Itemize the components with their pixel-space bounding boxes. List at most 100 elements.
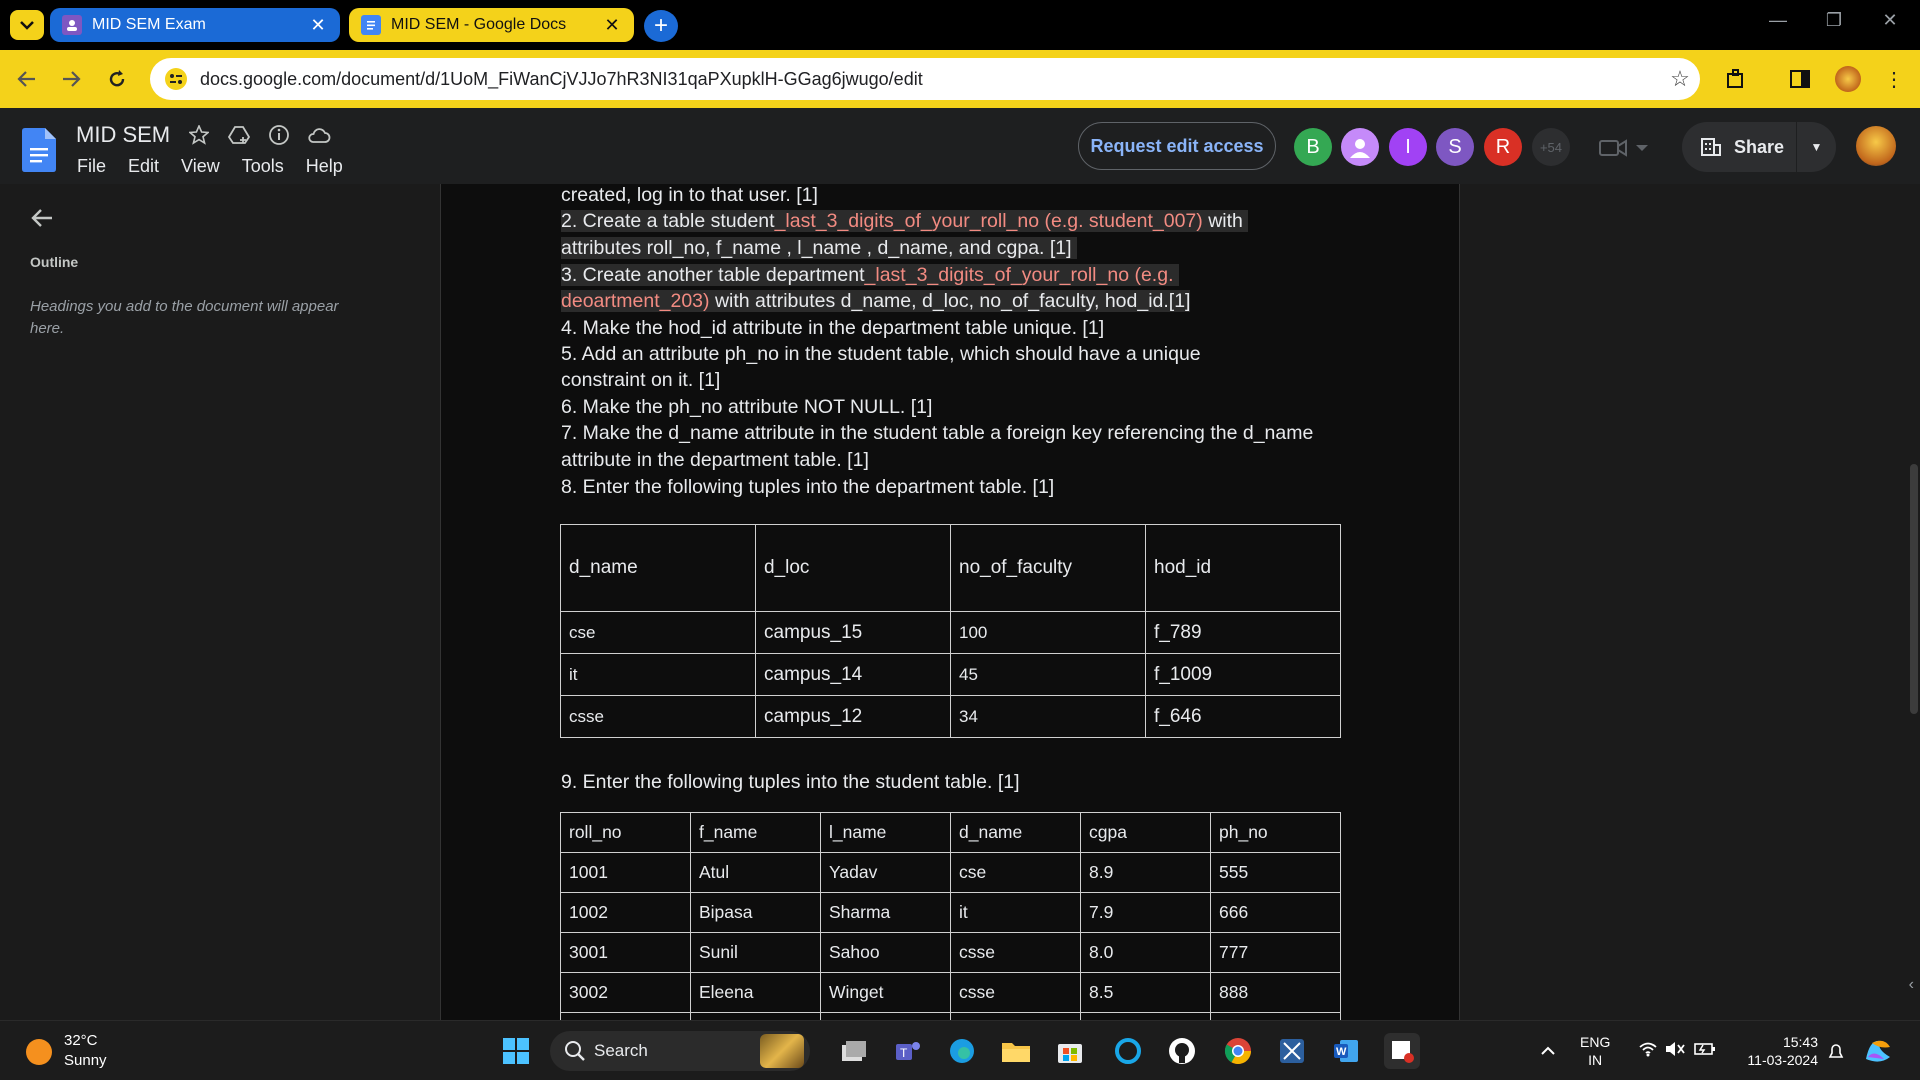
word-icon[interactable]: W — [1328, 1033, 1364, 1069]
text: 2. Create a table student — [561, 210, 775, 232]
request-edit-access-button[interactable]: Request edit access — [1078, 122, 1276, 170]
table-header: f_name — [690, 812, 821, 853]
show-hidden-icons[interactable] — [1540, 1041, 1556, 1059]
menu-tools[interactable]: Tools — [242, 156, 284, 177]
table-cell: Atul — [690, 852, 821, 893]
table-cell: campus_15 — [755, 611, 951, 654]
reload-button[interactable] — [102, 64, 132, 94]
minimize-button[interactable]: — — [1758, 10, 1798, 31]
doc-line: 3. Create another table department_last_… — [561, 262, 1179, 289]
task-view-icon[interactable] — [836, 1033, 872, 1069]
volume-muted-icon[interactable] — [1664, 1041, 1686, 1061]
omnibox[interactable]: docs.google.com/document/d/1UoM_FiWanCjV… — [150, 58, 1700, 100]
avatar[interactable]: R — [1484, 128, 1522, 166]
doc-line: created, log in to that user. [1] — [561, 184, 818, 206]
share-button[interactable]: Share ▼ — [1682, 122, 1836, 172]
table-cell: 100 — [950, 611, 1146, 654]
doc-line: 6. Make the ph_no attribute NOT NULL. [1… — [561, 396, 933, 418]
svg-text:W: W — [1336, 1046, 1347, 1058]
close-outline-button[interactable] — [30, 204, 54, 235]
table-cell: f_789 — [1145, 611, 1341, 654]
table-cell: it — [560, 653, 756, 696]
table-cell: 7.9 — [1080, 892, 1211, 933]
scroll-thumb[interactable] — [1910, 464, 1918, 714]
meet-button[interactable] — [1598, 134, 1658, 162]
address-bar: docs.google.com/document/d/1UoM_FiWanCjV… — [0, 50, 1920, 108]
new-tab-button[interactable]: + — [644, 10, 678, 42]
side-panel-icon[interactable] — [1784, 64, 1816, 94]
time: 15:43 — [1782, 1034, 1818, 1050]
star-icon[interactable] — [186, 122, 212, 148]
file-explorer-icon[interactable] — [998, 1033, 1034, 1069]
move-to-drive-icon[interactable] — [226, 122, 252, 148]
extensions-icon[interactable] — [1720, 64, 1752, 94]
microsoft-store-icon[interactable] — [1052, 1033, 1088, 1069]
outline-heading: Outline — [30, 254, 79, 270]
table-cell: it — [950, 892, 1081, 933]
table-row: csse campus_12 34 f_646 — [560, 695, 1341, 738]
table-cell: csse — [560, 695, 756, 738]
cortana-icon[interactable] — [1110, 1033, 1146, 1069]
avatar[interactable]: I — [1389, 128, 1427, 166]
cloud-status-icon[interactable] — [306, 122, 332, 148]
close-tab-icon[interactable]: ✕ — [602, 15, 622, 36]
close-tab-icon[interactable]: ✕ — [308, 15, 328, 36]
date: 11-03-2024 — [1747, 1052, 1818, 1068]
table-cell: 34 — [950, 695, 1146, 738]
profile-avatar[interactable] — [1856, 126, 1896, 166]
wifi-icon[interactable] — [1638, 1041, 1658, 1061]
search-icon — [565, 1041, 585, 1061]
docs-logo[interactable] — [22, 128, 56, 172]
edge-icon[interactable] — [944, 1033, 980, 1069]
sun-icon[interactable] — [26, 1039, 52, 1065]
taskbar-search[interactable]: Search — [550, 1031, 810, 1071]
collapse-panel-icon[interactable]: ‹ — [1909, 976, 1914, 994]
close-window-button[interactable]: ✕ — [1870, 10, 1910, 31]
table-cell: campus_12 — [755, 695, 951, 738]
tab-mid-sem-exam[interactable]: MID SEM Exam ✕ — [50, 8, 340, 42]
avatar[interactable]: S — [1436, 128, 1474, 166]
notification-icon[interactable] — [1826, 1041, 1846, 1065]
forward-button[interactable] — [56, 64, 86, 94]
table-header: d_name — [560, 524, 756, 612]
more-viewers-badge[interactable]: +54 — [1532, 128, 1570, 166]
weather-widget[interactable]: 32°C Sunny — [64, 1031, 107, 1071]
avatar[interactable] — [1341, 128, 1379, 166]
share-dropdown-icon[interactable]: ▼ — [1796, 122, 1836, 172]
profile-avatar-small[interactable] — [1832, 64, 1864, 94]
tab-mid-sem-docs[interactable]: MID SEM - Google Docs ✕ — [349, 8, 634, 42]
menu-help[interactable]: Help — [306, 156, 343, 177]
battery-icon[interactable] — [1694, 1041, 1716, 1061]
table-cell: Bipasa — [690, 892, 821, 933]
text: with — [1202, 210, 1243, 232]
screen-recorder-icon[interactable] — [1384, 1033, 1420, 1069]
document-title[interactable]: MID SEM — [76, 122, 170, 148]
site-info-icon[interactable] — [156, 59, 196, 99]
menu-view[interactable]: View — [181, 156, 220, 177]
language-indicator[interactable]: ENG IN — [1580, 1033, 1610, 1069]
table-cell: campus_14 — [755, 653, 951, 696]
info-icon[interactable] — [266, 122, 292, 148]
teams-icon[interactable]: T — [890, 1033, 926, 1069]
snipping-tool-icon[interactable] — [1274, 1033, 1310, 1069]
github-icon[interactable] — [1164, 1033, 1200, 1069]
menu-edit[interactable]: Edit — [128, 156, 159, 177]
windows-start-icon[interactable] — [498, 1033, 534, 1069]
chrome-icon[interactable] — [1220, 1033, 1256, 1069]
vertical-scrollbar[interactable] — [1906, 184, 1920, 1020]
title-icons — [186, 122, 332, 148]
arrow-left-icon — [31, 209, 52, 227]
more-menu-icon[interactable]: ⋮ — [1878, 64, 1910, 94]
department-table: d_name d_loc no_of_faculty hod_id cse ca… — [560, 524, 1341, 738]
table-cell: Sharma — [820, 892, 951, 933]
copilot-icon[interactable] — [1862, 1035, 1894, 1069]
menu-file[interactable]: File — [77, 156, 106, 177]
clock[interactable]: 15:43 11-03-2024 — [1734, 1033, 1818, 1069]
avatar[interactable]: B — [1294, 128, 1332, 166]
restore-button[interactable]: ❐ — [1814, 10, 1854, 31]
outline-sidebar: Outline Headings you add to the document… — [0, 184, 440, 1020]
tab-search-button[interactable] — [10, 10, 44, 40]
bookmark-star-icon[interactable]: ☆ — [1660, 66, 1700, 92]
back-button[interactable] — [12, 64, 42, 94]
doc-line: 7. Make the d_name attribute in the stud… — [561, 422, 1314, 444]
